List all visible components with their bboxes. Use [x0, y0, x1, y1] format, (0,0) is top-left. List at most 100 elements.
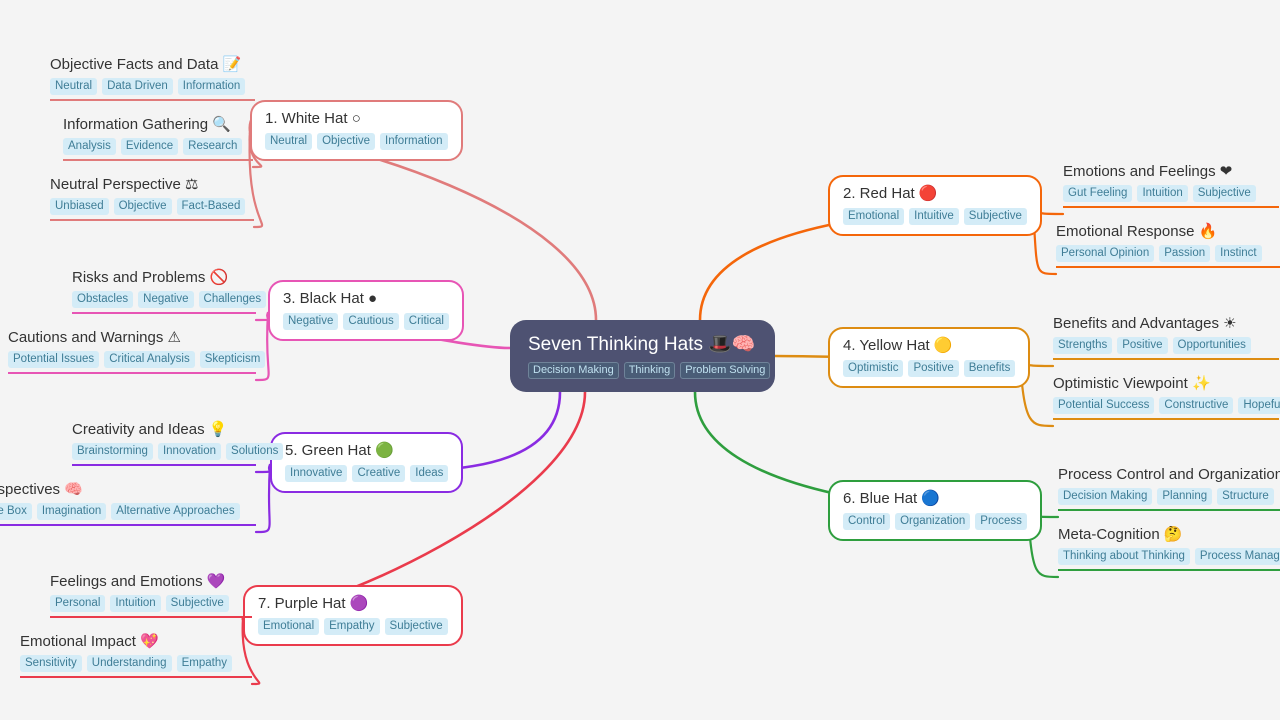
- sub-node-tag: Brainstorming: [72, 443, 153, 460]
- sub-node-tag: Data Driven: [102, 78, 173, 95]
- hat-node-tag: Positive: [908, 360, 959, 377]
- hat-node-purple-hat[interactable]: 7. Purple Hat 🟣 Emotional Empathy Subjectiv…: [243, 585, 463, 646]
- hat-node-black-hat[interactable]: 3. Black Hat ● Negative Cautious Critical: [268, 280, 464, 341]
- sub-node-tag: Analysis: [63, 138, 116, 155]
- sub-node-title: Emotional Response 🔥: [1056, 223, 1218, 240]
- sub-node-title: Emotional Impact 💖: [20, 633, 159, 650]
- sub-node-tags: Obstacles Negative Challenges: [72, 291, 267, 308]
- hat-node-tag: Organization: [895, 513, 971, 530]
- sub-node-black-hat-1[interactable]: Cautions and Warnings ⚠ Potential Issues C…: [8, 328, 266, 374]
- sub-node-purple-hat-1[interactable]: Emotional Impact 💖 Sensitivity Understandi…: [20, 632, 252, 678]
- sub-node-tags: Outside the BoxImaginationAlternative Ap…: [0, 503, 256, 520]
- sub-node-tags: Potential Success Constructive Hopeful: [1053, 397, 1280, 414]
- sub-node-black-hat-0[interactable]: Risks and Problems 🚫 Obstacles Negative Cha…: [72, 268, 267, 314]
- sub-node-underline: [72, 464, 256, 466]
- sub-node-underline: [50, 616, 252, 618]
- sub-node-tag: Subjective: [1192, 185, 1256, 202]
- hat-node-blue-hat[interactable]: 6. Blue Hat 🔵 Control Organization Process: [828, 480, 1042, 541]
- sub-node-tag: Innovation: [157, 443, 222, 460]
- sub-node-tag: Strengths: [1053, 337, 1113, 354]
- sub-node-tag: Potential Issues: [8, 351, 100, 368]
- hat-node-tag: Optimistic: [843, 360, 904, 377]
- sub-node-tag: Constructive: [1159, 397, 1234, 414]
- central-tag: Problem Solving: [680, 361, 771, 379]
- hat-node-tag: Ideas: [410, 465, 449, 482]
- hat-node-tag: Negative: [283, 313, 339, 330]
- sub-node-tags: Sensitivity Understanding Empathy: [20, 655, 252, 672]
- sub-node-title: Optimistic Viewpoint ✨: [1053, 375, 1211, 392]
- sub-node-tags: Brainstorming Innovation Solutions: [72, 443, 284, 460]
- sub-node-tag: Structure: [1217, 488, 1274, 505]
- hat-node-tag: Innovative: [285, 465, 348, 482]
- sub-node-tag: Planning: [1157, 488, 1213, 505]
- sub-node-tag: Critical Analysis: [104, 351, 195, 368]
- hat-node-title: 7. Purple Hat 🟣: [258, 595, 369, 612]
- hat-node-title: 2. Red Hat 🔴: [843, 185, 938, 202]
- hat-node-tag: Emotional: [843, 208, 905, 225]
- sub-node-red-hat-1[interactable]: Emotional Response 🔥 Personal Opinion Pass…: [1056, 222, 1280, 268]
- hat-node-tags: Control Organization Process: [843, 513, 1027, 530]
- hat-node-white-hat[interactable]: 1. White Hat ○ Neutral Objective Informatio…: [250, 100, 463, 161]
- sub-node-underline: [1063, 206, 1279, 208]
- sub-node-tag: Opportunities: [1172, 337, 1251, 354]
- sub-node-tag: Sensitivity: [20, 655, 82, 672]
- hat-node-tag: Benefits: [963, 360, 1016, 377]
- hat-node-tag: Creative: [352, 465, 406, 482]
- sub-node-tag: Solutions: [226, 443, 284, 460]
- sub-node-title: Creativity and Ideas 💡: [72, 421, 228, 438]
- sub-node-title: Emotions and Feelings ❤: [1063, 163, 1233, 180]
- sub-node-tags: Gut Feeling Intuition Subjective: [1063, 185, 1279, 202]
- sub-node-tag: Evidence: [120, 138, 179, 155]
- sub-node-yellow-hat-0[interactable]: Benefits and Advantages ☀ Strengths Positi…: [1053, 314, 1279, 360]
- hat-node-tags: Innovative Creative Ideas: [285, 465, 449, 482]
- sub-node-tag: Empathy: [176, 655, 232, 672]
- sub-node-red-hat-0[interactable]: Emotions and Feelings ❤ Gut Feeling Intuit…: [1063, 162, 1279, 208]
- sub-node-tags: Strengths Positive Opportunities: [1053, 337, 1279, 354]
- central-node-title: Seven Thinking Hats 🎩🧠: [528, 333, 756, 355]
- hat-node-tag: Control: [843, 513, 891, 530]
- sub-node-tags: Decision Making Planning Structure: [1058, 488, 1280, 505]
- hat-node-tag: Critical: [403, 313, 449, 330]
- sub-node-title: Benefits and Advantages ☀: [1053, 315, 1237, 332]
- sub-node-tags: Personal Opinion Passion Instinct: [1056, 245, 1280, 262]
- sub-node-tag: Instinct: [1215, 245, 1262, 262]
- sub-node-purple-hat-0[interactable]: Feelings and Emotions 💜 Personal Intuition…: [50, 572, 252, 618]
- sub-node-tag: Imagination: [36, 503, 107, 520]
- sub-node-green-hat-1[interactable]: New Perspectives 🧠 Outside the BoxImagina…: [0, 480, 256, 526]
- hat-node-tag: Process: [975, 513, 1027, 530]
- sub-node-tag: Intuition: [1137, 185, 1188, 202]
- sub-node-title: Cautions and Warnings ⚠: [8, 329, 181, 346]
- hat-node-red-hat[interactable]: 2. Red Hat 🔴 Emotional Intuitive Subjective: [828, 175, 1042, 236]
- sub-node-title: Information Gathering 🔍: [63, 116, 231, 133]
- sub-node-tag: Potential Success: [1053, 397, 1155, 414]
- hat-node-tags: Neutral Objective Information: [265, 133, 448, 150]
- central-tag: Thinking: [623, 361, 676, 379]
- hat-node-green-hat[interactable]: 5. Green Hat 🟢 Innovative Creative Ideas: [270, 432, 464, 493]
- sub-node-underline: [20, 676, 252, 678]
- sub-node-underline: [0, 524, 256, 526]
- sub-node-tag: Understanding: [86, 655, 172, 672]
- hat-node-title: 6. Blue Hat 🔵: [843, 490, 941, 507]
- hat-node-tag: Neutral: [265, 133, 313, 150]
- hat-node-tag: Information: [380, 133, 448, 150]
- sub-node-title: Risks and Problems 🚫: [72, 269, 229, 286]
- sub-node-blue-hat-0[interactable]: Process Control and Organization 🧭 Decisi…: [1058, 465, 1280, 511]
- sub-node-white-hat-0[interactable]: Objective Facts and Data 📝 Neutral Data Dr…: [50, 55, 255, 101]
- sub-node-yellow-hat-1[interactable]: Optimistic Viewpoint ✨ Potential Success C…: [1053, 374, 1280, 420]
- sub-node-underline: [8, 372, 256, 374]
- sub-node-tag: Obstacles: [72, 291, 134, 308]
- sub-node-white-hat-1[interactable]: Information Gathering 🔍 Analysis Evidence R…: [63, 115, 253, 161]
- sub-node-green-hat-0[interactable]: Creativity and Ideas 💡 Brainstorming Innov…: [72, 420, 284, 466]
- sub-node-tags: Neutral Data Driven Information: [50, 78, 255, 95]
- sub-node-tag: Unbiased: [50, 198, 109, 215]
- hat-node-tag: Objective: [317, 133, 376, 150]
- central-node[interactable]: Seven Thinking Hats 🎩🧠 Decision Making Th…: [510, 320, 775, 392]
- sub-node-tag: Personal Opinion: [1056, 245, 1155, 262]
- sub-node-underline: [63, 159, 253, 161]
- sub-node-tag: Negative: [138, 291, 194, 308]
- sub-node-title: Neutral Perspective ⚖: [50, 176, 199, 193]
- sub-node-white-hat-2[interactable]: Neutral Perspective ⚖ Unbiased Objective Fa…: [50, 175, 254, 221]
- hat-node-yellow-hat[interactable]: 4. Yellow Hat 🟡 Optimistic Positive Benefit…: [828, 327, 1031, 388]
- sub-node-tag: Alternative Approaches: [111, 503, 240, 520]
- sub-node-blue-hat-1[interactable]: Meta-Cognition 🤔 Thinking about Thinking P…: [1058, 525, 1280, 571]
